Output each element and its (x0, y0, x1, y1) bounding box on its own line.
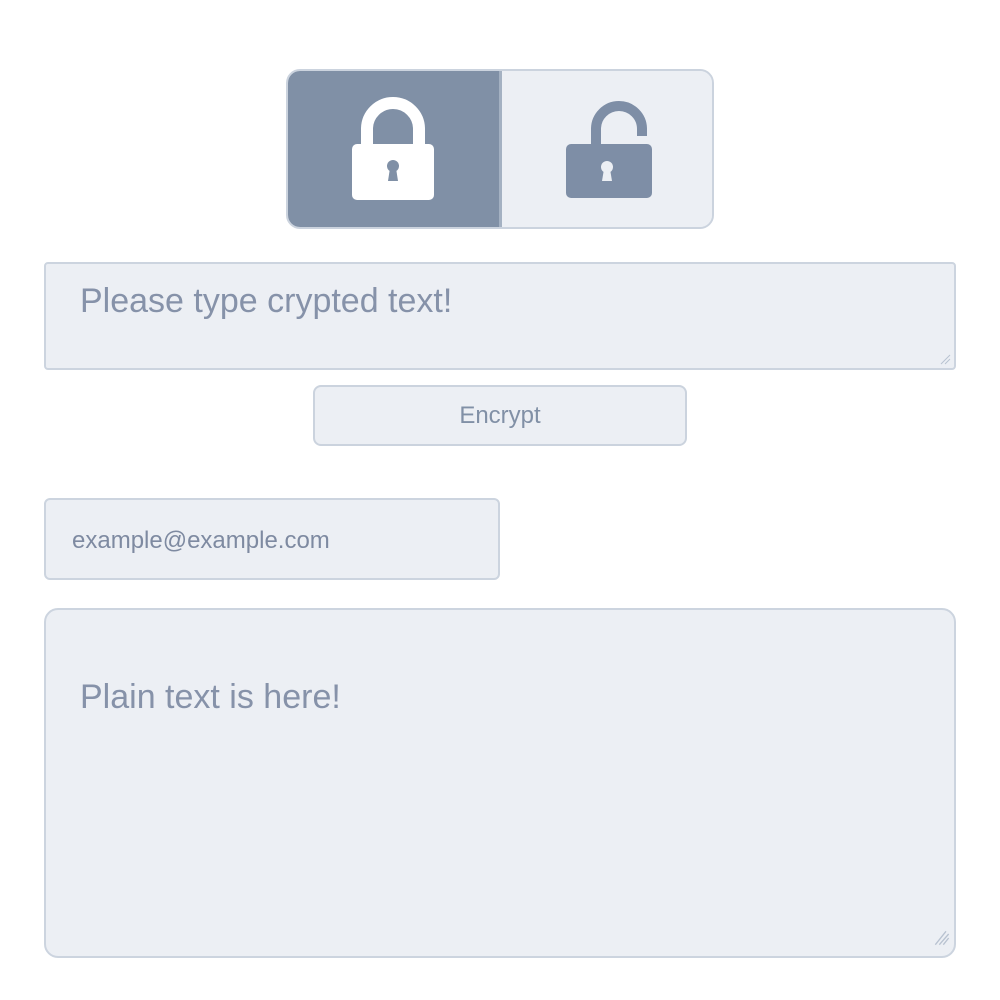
email-input[interactable]: example@example.com (44, 498, 500, 580)
resize-handle-icon[interactable] (934, 926, 950, 950)
plain-text-placeholder: Plain text is here! (80, 678, 341, 716)
resize-handle-icon[interactable] (939, 353, 951, 365)
lock-closed-icon (352, 97, 435, 200)
page: Please type crypted text! Encrypt exampl… (0, 0, 1000, 1000)
decrypt-mode-button[interactable] (501, 71, 712, 227)
encrypt-button-label: Encrypt (459, 401, 541, 429)
crypted-text-input[interactable]: Please type crypted text! (44, 262, 956, 370)
plain-text-output[interactable]: Plain text is here! (44, 608, 956, 958)
encrypt-button[interactable]: Encrypt (313, 385, 687, 446)
mode-toggle (286, 69, 714, 229)
lock-open-icon (565, 101, 652, 198)
encrypt-mode-button[interactable] (288, 71, 499, 227)
crypted-text-placeholder: Please type crypted text! (80, 282, 453, 320)
email-placeholder: example@example.com (72, 527, 330, 554)
